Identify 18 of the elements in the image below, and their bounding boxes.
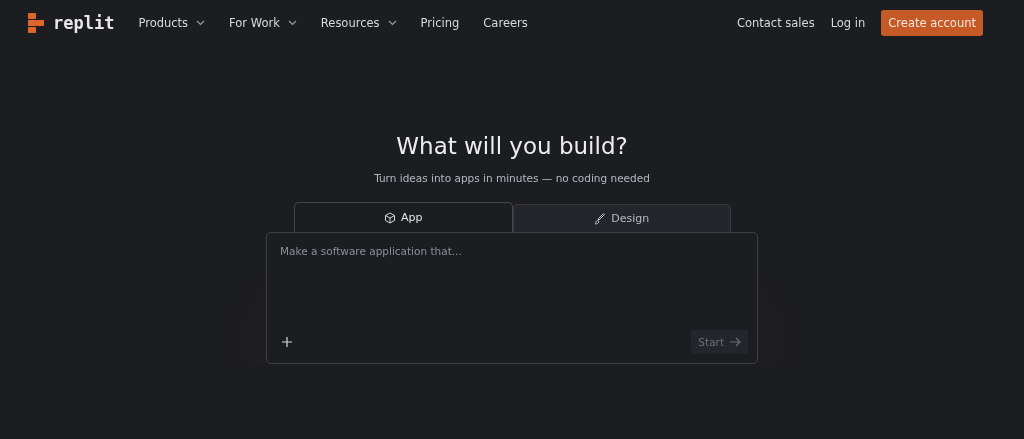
nav-link[interactable]: For Work [229,16,297,30]
nav-link[interactable]: Resources [320,16,397,30]
nav-link[interactable]: Careers [483,16,528,30]
nav-link[interactable]: Contact sales [736,16,815,30]
nav-link[interactable]: Pricing [420,16,460,30]
nav-link[interactable]: Log in [830,16,866,30]
add-button[interactable] [280,335,294,349]
logo-wordmark[interactable]: replit [53,13,115,33]
mode-tab[interactable]: App [294,202,513,232]
arrow-right-icon [730,337,741,347]
create-account-button[interactable]: Create account [881,10,983,36]
page-heading: What will you build? [396,133,628,159]
nav-link[interactable]: Products [138,16,206,30]
brush-icon [594,212,607,225]
mode-tab[interactable]: Design [512,204,731,232]
cube-icon [384,211,396,224]
page-subtitle: Turn ideas into apps in minutes — no coding needed [374,172,650,184]
logo-icon[interactable] [28,13,44,33]
